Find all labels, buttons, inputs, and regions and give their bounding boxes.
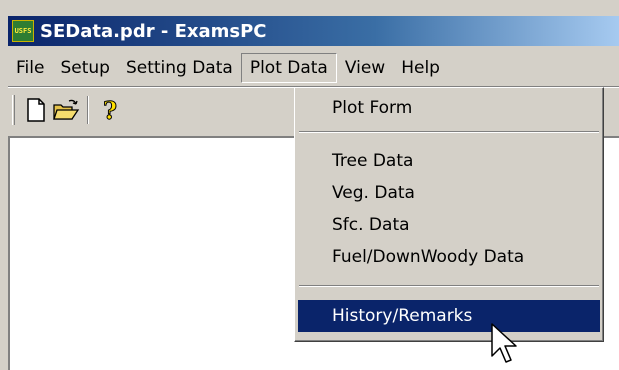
menu-bar: File Setup Setting Data Plot Data View H… bbox=[8, 50, 619, 86]
menu-item-veg-data[interactable]: Veg. Data bbox=[298, 177, 600, 209]
menu-setup[interactable]: Setup bbox=[52, 53, 117, 83]
svg-text:?: ? bbox=[103, 97, 117, 123]
menu-separator bbox=[299, 131, 599, 133]
app-icon-text: USFS bbox=[14, 27, 32, 35]
help-button[interactable]: ? bbox=[95, 95, 125, 125]
menu-view[interactable]: View bbox=[337, 53, 393, 83]
open-folder-icon bbox=[53, 99, 80, 120]
open-folder-button[interactable] bbox=[51, 95, 81, 125]
menu-item-history-remarks[interactable]: History/Remarks bbox=[298, 300, 600, 332]
menu-item-fuel-downwoody-data[interactable]: Fuel/DownWoody Data bbox=[298, 241, 600, 273]
title-bar[interactable]: USFS SEData.pdr - ExamsPC bbox=[8, 16, 619, 46]
app-window: USFS SEData.pdr - ExamsPC File Setup Set… bbox=[0, 0, 619, 370]
window-title: SEData.pdr - ExamsPC bbox=[40, 20, 267, 42]
menu-file[interactable]: File bbox=[8, 53, 52, 83]
toolbar-separator bbox=[87, 96, 89, 124]
menu-item-plot-form[interactable]: Plot Form bbox=[298, 92, 600, 124]
plot-data-menu: Plot Form Tree Data Veg. Data Sfc. Data … bbox=[294, 87, 604, 342]
menu-setting-data[interactable]: Setting Data bbox=[118, 53, 241, 83]
menu-plot-data[interactable]: Plot Data bbox=[240, 53, 337, 83]
new-document-button[interactable] bbox=[21, 95, 51, 125]
usfs-shield-icon[interactable]: USFS bbox=[12, 20, 34, 42]
mouse-pointer-icon bbox=[491, 323, 517, 363]
toolbar-grip[interactable] bbox=[12, 95, 15, 125]
help-icon: ? bbox=[103, 97, 118, 123]
menu-help[interactable]: Help bbox=[393, 53, 448, 83]
new-document-icon bbox=[27, 98, 45, 122]
menu-separator bbox=[299, 285, 599, 287]
menu-item-tree-data[interactable]: Tree Data bbox=[298, 145, 600, 177]
menu-item-sfc-data[interactable]: Sfc. Data bbox=[298, 209, 600, 241]
